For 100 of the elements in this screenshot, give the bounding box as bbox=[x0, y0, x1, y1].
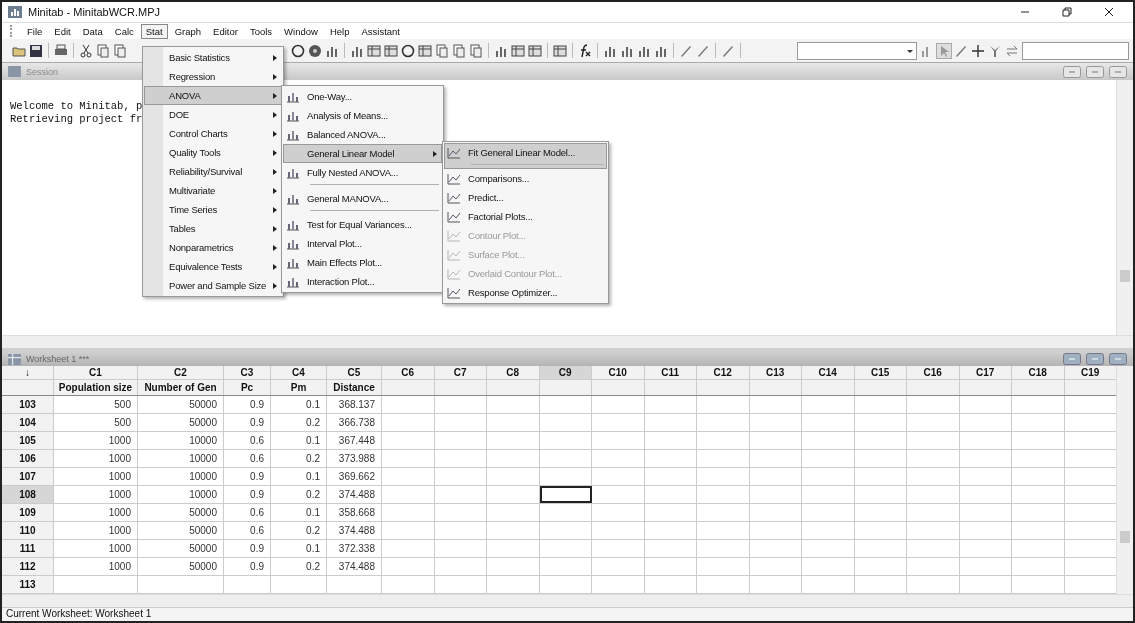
table-cell: 374.488 bbox=[338, 489, 375, 500]
table-cell: 373.988 bbox=[338, 453, 375, 464]
column-header[interactable]: C11 bbox=[644, 366, 697, 379]
session-title: Session bbox=[26, 66, 59, 77]
menu-item[interactable]: Main Effects Plot... bbox=[283, 253, 442, 272]
menu-item[interactable]: Analysis of Means... bbox=[283, 106, 442, 125]
menu-item[interactable]: Calc bbox=[109, 23, 139, 39]
menu-item[interactable]: Basic Statistics bbox=[144, 48, 282, 67]
worksheet-title: Worksheet 1 *** bbox=[26, 354, 90, 364]
table-cell: 374.488 bbox=[338, 525, 375, 536]
table-cell: 10000 bbox=[189, 489, 217, 500]
row-number: 108 bbox=[2, 486, 54, 503]
column-header[interactable]: C5 bbox=[327, 366, 382, 379]
column-name: Population size bbox=[58, 382, 133, 393]
menu-item[interactable]: Multivariate bbox=[144, 181, 282, 200]
column-header[interactable]: C1 bbox=[54, 366, 138, 379]
table-cell: 0.2 bbox=[306, 453, 320, 464]
table-cell: 1000 bbox=[108, 435, 131, 446]
table-cell: 0.9 bbox=[250, 561, 264, 572]
menu-item[interactable]: Comparisons... bbox=[444, 169, 607, 188]
table-cell: 0.2 bbox=[306, 489, 320, 500]
table-cell: 50000 bbox=[189, 507, 217, 518]
column-header[interactable]: C14 bbox=[802, 366, 855, 379]
column-header[interactable]: C6 bbox=[382, 366, 435, 379]
menu-item[interactable]: Help bbox=[324, 23, 355, 39]
column-header[interactable]: C10 bbox=[592, 366, 645, 379]
column-header[interactable]: C17 bbox=[959, 366, 1012, 379]
table-cell: 0.1 bbox=[306, 399, 320, 410]
menu-item[interactable]: Fit General Linear Model... bbox=[444, 143, 607, 169]
menu-item[interactable]: Graph bbox=[169, 23, 207, 39]
row-number: 103 bbox=[2, 396, 54, 413]
table-cell: 0.6 bbox=[250, 435, 264, 446]
menu-item[interactable]: Tables bbox=[144, 219, 282, 238]
menu-item[interactable]: Balanced ANOVA... bbox=[283, 125, 442, 144]
table-cell: 10000 bbox=[189, 453, 217, 464]
row-number: 111 bbox=[2, 540, 54, 557]
column-header[interactable]: C16 bbox=[907, 366, 960, 379]
table-cell: 368.137 bbox=[338, 399, 375, 410]
column-header[interactable]: C9 bbox=[539, 366, 592, 379]
menu-item[interactable]: DOE bbox=[144, 105, 282, 124]
menu-item[interactable]: File bbox=[22, 23, 48, 39]
column-header[interactable]: C12 bbox=[697, 366, 750, 379]
row-number: 104 bbox=[2, 414, 54, 431]
row-number: 106 bbox=[2, 450, 54, 467]
session-text: Retrieving project fr bbox=[10, 113, 143, 126]
table-cell: 0.9 bbox=[250, 471, 264, 482]
column-header[interactable]: C7 bbox=[434, 366, 487, 379]
menu-item[interactable]: ANOVA bbox=[144, 86, 282, 105]
menu-item[interactable]: Tools bbox=[244, 23, 278, 39]
window-title: Minitab - MinitabWCR.MPJ bbox=[28, 6, 161, 18]
menu-item[interactable]: Reliability/Survival bbox=[144, 162, 282, 181]
menu-item[interactable]: Quality Tools bbox=[144, 143, 282, 162]
column-header[interactable]: C15 bbox=[854, 366, 907, 379]
menu-item[interactable]: Factorial Plots... bbox=[444, 207, 607, 226]
table-cell: 1000 bbox=[108, 543, 131, 554]
column-header[interactable]: C3 bbox=[224, 366, 271, 379]
menu-item[interactable]: Edit bbox=[49, 23, 76, 39]
table-cell: 0.6 bbox=[250, 453, 264, 464]
menu-item[interactable]: Interval Plot... bbox=[283, 234, 442, 253]
menu-item[interactable]: Test for Equal Variances... bbox=[283, 215, 442, 234]
menu-item[interactable]: Control Charts bbox=[144, 124, 282, 143]
table-cell: 10000 bbox=[189, 435, 217, 446]
table-cell: 50000 bbox=[189, 417, 217, 428]
column-header[interactable]: C18 bbox=[1012, 366, 1065, 379]
row-number: 107 bbox=[2, 468, 54, 485]
row-number: 105 bbox=[2, 432, 54, 449]
column-header[interactable]: C4 bbox=[271, 366, 327, 379]
menu-item[interactable]: Nonparametrics bbox=[144, 238, 282, 257]
menu-item[interactable]: Stat bbox=[140, 23, 168, 39]
row-number: 109 bbox=[2, 504, 54, 521]
menu-item[interactable]: One-Way... bbox=[283, 87, 442, 106]
menu-item[interactable]: Editor bbox=[208, 23, 243, 39]
menu-item: Overlaid Contour Plot... bbox=[444, 264, 607, 283]
table-cell: 0.9 bbox=[250, 399, 264, 410]
table-cell: 0.2 bbox=[306, 561, 320, 572]
menu-item[interactable]: Response Optimizer... bbox=[444, 283, 607, 302]
column-header[interactable]: C13 bbox=[749, 366, 802, 379]
row-number: 112 bbox=[2, 558, 54, 575]
table-cell: 1000 bbox=[108, 525, 131, 536]
menu-item[interactable]: Time Series bbox=[144, 200, 282, 219]
column-header[interactable]: C2 bbox=[138, 366, 224, 379]
menu-item[interactable]: Equivalence Tests bbox=[144, 257, 282, 276]
table-cell: 0.2 bbox=[306, 525, 320, 536]
menu-item[interactable]: Regression bbox=[144, 67, 282, 86]
menu-item[interactable]: Window bbox=[279, 23, 323, 39]
menu-item[interactable]: Predict... bbox=[444, 188, 607, 207]
column-name: Pc bbox=[240, 382, 254, 393]
table-cell: 0.1 bbox=[306, 435, 320, 446]
column-header[interactable]: C8 bbox=[487, 366, 540, 379]
table-cell: 1000 bbox=[108, 561, 131, 572]
menu-item[interactable]: Assistant bbox=[356, 23, 405, 39]
column-name: Pm bbox=[290, 382, 307, 393]
table-cell: 0.1 bbox=[306, 471, 320, 482]
table-cell: 367.448 bbox=[338, 435, 375, 446]
table-cell: 0.9 bbox=[250, 489, 264, 500]
menu-item[interactable]: General Linear Model bbox=[283, 144, 442, 163]
table-cell: 50000 bbox=[189, 525, 217, 536]
menu-item[interactable]: Data bbox=[77, 23, 108, 39]
menu-item[interactable]: Interaction Plot... bbox=[283, 272, 442, 291]
menu-item[interactable]: Power and Sample Size bbox=[144, 276, 282, 295]
